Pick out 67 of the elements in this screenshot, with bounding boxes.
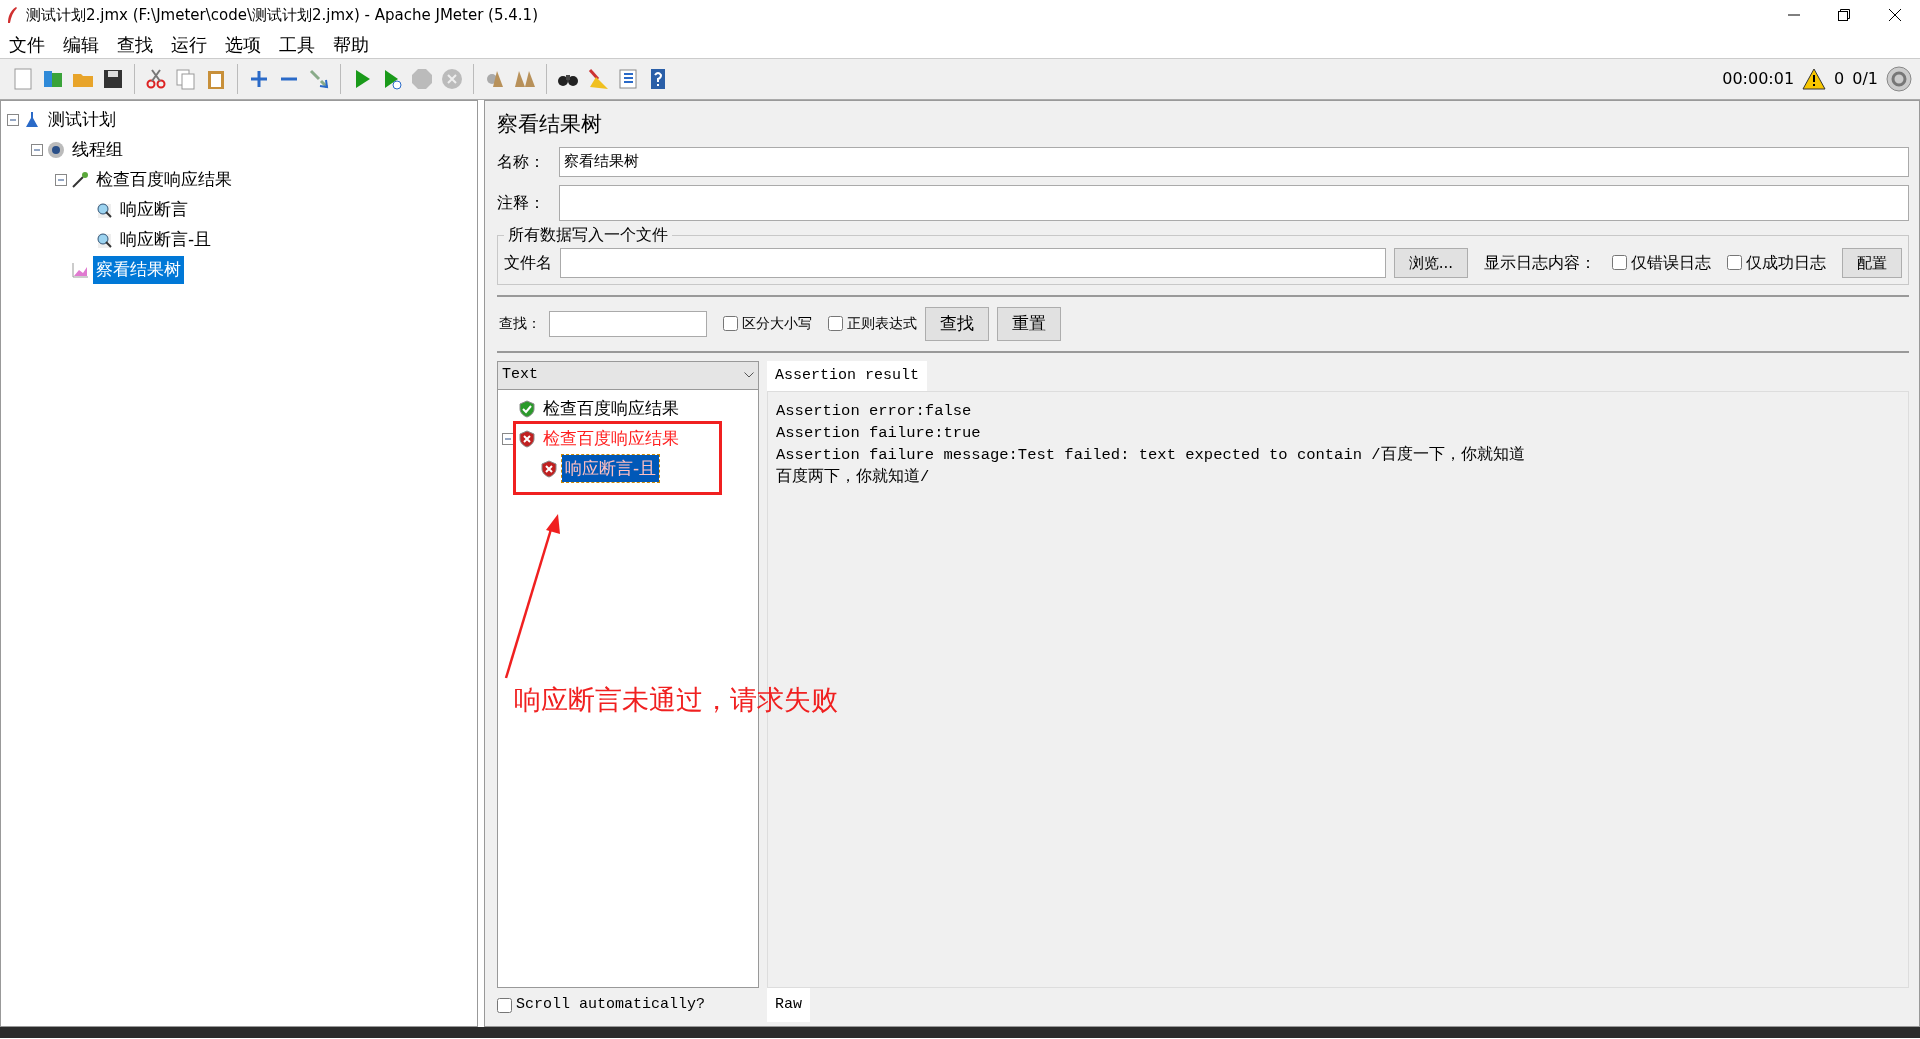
new-file-icon <box>11 67 35 91</box>
collapse-icon[interactable] <box>31 144 43 156</box>
field-label: 注释： <box>497 191 546 214</box>
elapsed-time: 00:00:01 <box>1722 68 1795 90</box>
thread-count: 0/1 <box>1852 68 1878 90</box>
checkbox[interactable] <box>497 997 512 1013</box>
panel-title: 察看结果树 <box>497 111 603 138</box>
menu-item[interactable]: 运行 <box>162 30 216 58</box>
tree-node[interactable]: 察看结果树 <box>93 256 184 284</box>
reset-button[interactable]: 重置 <box>997 307 1061 341</box>
result-node[interactable]: 响应断言-且 <box>562 454 660 483</box>
checkbox-label: Scroll automatically? <box>516 994 706 1015</box>
field-label: 查找： <box>499 314 541 334</box>
minus-icon <box>281 77 297 81</box>
name-field[interactable]: 察看结果树 <box>559 146 1909 177</box>
browse-button[interactable]: 浏览... <box>1393 247 1468 278</box>
menu-item[interactable]: 查找 <box>108 30 162 58</box>
save-icon <box>101 67 125 91</box>
log-label: 显示日志内容： <box>1484 251 1596 274</box>
result-node[interactable]: 检查百度响应结果 <box>540 424 682 453</box>
tree-node[interactable]: 响应断言-且 <box>117 226 215 254</box>
restore-icon[interactable] <box>1838 9 1850 21</box>
renderer-dropdown[interactable]: Text <box>498 361 758 390</box>
configure-button[interactable]: 配置 <box>1842 247 1902 278</box>
tree-node[interactable]: 线程组 <box>69 136 126 164</box>
menu-item[interactable]: 帮助 <box>324 30 378 58</box>
stop-icon <box>410 67 434 91</box>
broom-icon <box>586 67 610 91</box>
menu-item[interactable]: 工具 <box>270 30 324 58</box>
collapse-icon[interactable] <box>502 432 514 445</box>
collapse-icon[interactable] <box>55 174 67 186</box>
tab[interactable]: Raw <box>767 988 810 1022</box>
annotation-text: 响应断言未通过，请求失败 <box>514 683 838 717</box>
checkbox[interactable] <box>1727 255 1742 271</box>
copy-icon <box>174 67 198 91</box>
checkbox[interactable] <box>1612 255 1627 271</box>
checkbox[interactable] <box>723 316 738 332</box>
checkbox-label: 仅成功日志 <box>1746 251 1826 274</box>
menu-item[interactable]: 选项 <box>216 30 270 58</box>
window-title: 测试计划2.jmx (F:\Jmeter\code\测试计划2.jmx) - Apache JMeter (5.4.1) <box>26 4 538 26</box>
shutdown-icon <box>440 67 464 91</box>
scissors-icon <box>144 67 168 91</box>
tree-node[interactable]: 检查百度响应结果 <box>93 166 235 194</box>
field-label: 名称： <box>497 150 546 173</box>
feather-icon <box>6 6 18 24</box>
comment-field[interactable] <box>559 184 1909 221</box>
caret-icon <box>744 372 754 378</box>
warning-icon[interactable] <box>1802 68 1827 90</box>
collapse-icon[interactable] <box>7 114 19 126</box>
checkbox-label: 区分大小写 <box>742 314 812 334</box>
field-label: 文件名 <box>504 251 552 274</box>
checkbox[interactable] <box>828 316 843 332</box>
toggle-icon <box>307 67 331 91</box>
warning-count: 0 <box>1834 68 1845 90</box>
filename-field[interactable] <box>560 247 1386 278</box>
menu-item[interactable]: 编辑 <box>54 30 108 58</box>
tree-node[interactable]: 测试计划 <box>45 106 119 134</box>
list-icon <box>616 67 640 91</box>
checkbox-label: 仅错误日志 <box>1631 251 1711 274</box>
result-node[interactable]: 检查百度响应结果 <box>540 394 682 423</box>
checkbox-label: 正则表达式 <box>847 314 917 334</box>
close-icon[interactable] <box>1888 8 1902 22</box>
menu-item[interactable]: 文件 <box>0 30 54 58</box>
tree-node[interactable]: 响应断言 <box>117 196 191 224</box>
tab[interactable]: Assertion result <box>767 360 928 391</box>
find-button[interactable]: 查找 <box>925 307 989 341</box>
search-field[interactable] <box>549 310 707 337</box>
